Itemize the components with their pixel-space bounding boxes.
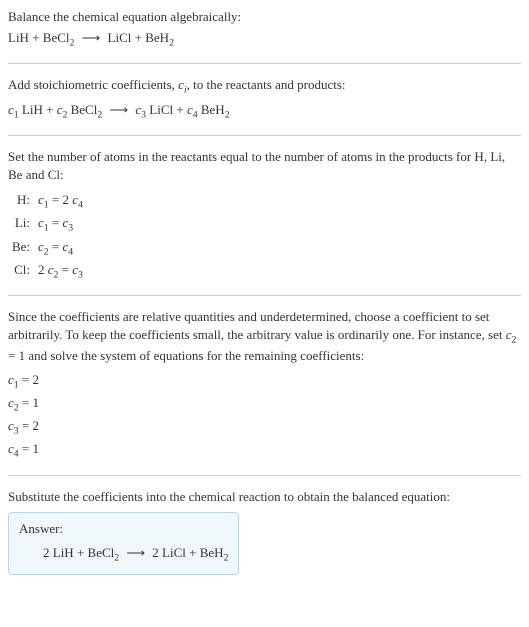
atom-equation: 2 c2 = c3 [38,260,521,283]
atom-label: Cl: [10,260,38,283]
plus: + [131,30,145,45]
answer-label: Answer: [19,521,228,537]
atom-row-h: H: c1 = 2 c4 [10,190,521,213]
coef-row: c4 = 1 [8,439,521,462]
coef-row: c1 = 2 [8,370,521,393]
value: = 2 [19,372,39,387]
atom-balance-title: Set the number of atoms in the reactants… [8,148,521,184]
subscript: 2 [169,38,174,49]
text: = 1 and solve the system of equations fo… [8,348,364,363]
text: , to the reactants and products: [187,77,346,92]
solve-text: Since the coefficients are relative quan… [8,308,521,366]
atom-label: H: [10,190,38,213]
subscript: 2 [97,109,102,120]
text: = [49,215,63,230]
term: LiCl [146,102,173,117]
product-2: BeH [145,30,169,45]
atom-equations-table: H: c1 = 2 c4 Li: c1 = c3 Be: c2 = c4 Cl:… [10,190,521,283]
text: Since the coefficients are relative quan… [8,309,506,342]
atom-row-cl: Cl: 2 c2 = c3 [10,260,521,283]
atom-row-li: Li: c1 = c3 [10,213,521,236]
term: BeCl [67,102,97,117]
atom-row-be: Be: c2 = c4 [10,237,521,260]
coef-row: c2 = 1 [8,393,521,416]
stoich-equation: c1 LiH + c2 BeCl2 ⟶ c3 LiCl + c4 BeH2 [8,100,521,123]
atom-equation: c1 = 2 c4 [38,190,521,213]
text: Add stoichiometric coefficients, [8,77,178,92]
subscript: 2 [70,38,75,49]
subscript: 2 [114,552,119,563]
arrow-icon: ⟶ [78,30,105,45]
plus: + [43,102,57,117]
term: BeH [198,102,225,117]
subscript: 4 [78,200,83,211]
term: 2 LiH [43,545,74,560]
answer-box: Answer: 2 LiH + BeCl2 ⟶ 2 LiCl + BeH2 [8,512,239,575]
balanced-equation: 2 LiH + BeCl2 ⟶ 2 LiCl + BeH2 [19,543,228,566]
arrow-icon: ⟶ [105,102,132,117]
plus: + [29,30,43,45]
atom-label: Be: [10,237,38,260]
plus: + [74,545,88,560]
value: = 1 [19,395,39,410]
section-problem: Balance the chemical equation algebraica… [8,8,521,64]
problem-title: Balance the chemical equation algebraica… [8,8,521,26]
unbalanced-equation: LiH + BeCl2 ⟶ LiCl + BeH2 [8,28,521,51]
plus: + [173,102,187,117]
section-answer: Substitute the coefficients into the che… [8,488,521,587]
term: 2 LiCl [152,545,186,560]
substitute-text: Substitute the coefficients into the che… [8,488,521,506]
text: = [58,262,72,277]
atom-label: Li: [10,213,38,236]
coef-row: c3 = 2 [8,416,521,439]
plus: + [186,545,200,560]
atom-equation: c2 = c4 [38,237,521,260]
reactant-2: BeCl [43,30,70,45]
value: = 1 [19,441,39,456]
term: BeH [200,545,224,560]
subscript: 4 [68,246,73,257]
reactant-1: LiH [8,30,29,45]
subscript: 2 [225,109,230,120]
subscript: 2 [224,552,229,563]
subscript: 2 [512,335,517,346]
section-atom-balance: Set the number of atoms in the reactants… [8,148,521,296]
section-solve: Since the coefficients are relative quan… [8,308,521,475]
atom-equation: c1 = c3 [38,213,521,236]
term: BeCl [88,545,115,560]
subscript: 3 [78,269,83,280]
subscript: 3 [68,223,73,234]
text: = 2 [49,192,73,207]
value: = 2 [19,418,39,433]
text: = [49,239,63,254]
term: LiH [19,102,43,117]
text: 2 [38,262,48,277]
add-coef-title: Add stoichiometric coefficients, ci, to … [8,76,521,97]
coefficient-solutions: c1 = 2 c2 = 1 c3 = 2 c4 = 1 [8,370,521,463]
section-add-coefficients: Add stoichiometric coefficients, ci, to … [8,76,521,135]
arrow-icon: ⟶ [122,545,149,560]
product-1: LiCl [108,30,132,45]
